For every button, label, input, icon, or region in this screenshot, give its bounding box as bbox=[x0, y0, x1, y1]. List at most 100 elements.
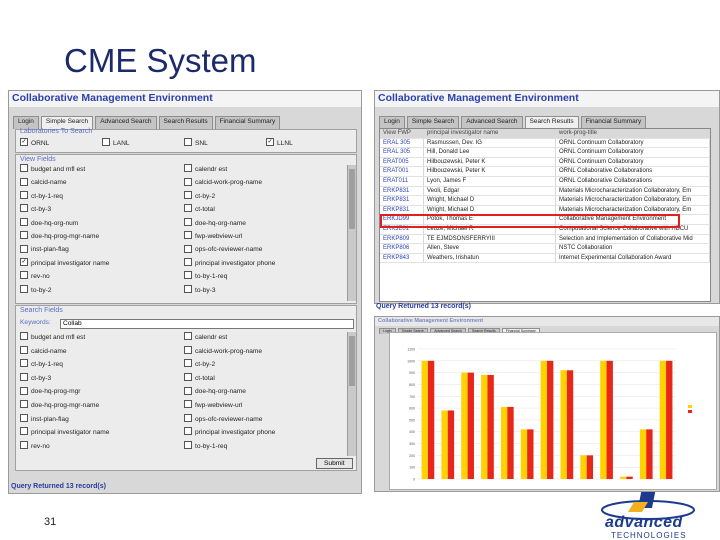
search-field-checkbox[interactable]: calcid-work-prog-name bbox=[184, 345, 262, 357]
search-field-checkbox[interactable]: calcid-name bbox=[20, 345, 67, 357]
search-field-checkbox[interactable]: budget and mfl est bbox=[20, 332, 85, 343]
view-field-checkbox[interactable]: to-by-3 bbox=[184, 284, 216, 296]
view-field-checkbox[interactable]: ops-ofc-reviewer-name bbox=[184, 244, 262, 255]
checkbox[interactable] bbox=[184, 284, 192, 293]
fwp-link[interactable]: ERKP806 bbox=[380, 244, 424, 253]
checkbox[interactable] bbox=[20, 231, 28, 240]
checkbox[interactable] bbox=[20, 373, 28, 382]
fwp-link[interactable]: ERAT011 bbox=[380, 176, 424, 186]
checkbox[interactable] bbox=[20, 244, 28, 253]
checkbox[interactable] bbox=[184, 359, 192, 368]
search-field-checkbox[interactable]: fwp-webview-url bbox=[184, 400, 242, 411]
checkbox[interactable] bbox=[184, 386, 192, 395]
view-field-checkbox[interactable]: ct-by-3 bbox=[20, 204, 51, 215]
checkbox[interactable] bbox=[184, 373, 192, 382]
checkbox[interactable] bbox=[184, 441, 192, 450]
view-field-checkbox[interactable]: budget and mfl est bbox=[20, 164, 85, 175]
tab-search-results[interactable]: Search Results bbox=[158, 116, 213, 129]
checkbox[interactable] bbox=[20, 386, 28, 395]
table-row[interactable]: ERAT011 Lyon, James F ORNL Collaborative C… bbox=[380, 176, 710, 187]
checkbox[interactable]: ✓ bbox=[20, 138, 28, 147]
checkbox[interactable] bbox=[102, 138, 110, 147]
table-row[interactable]: ERKP843 Weathers, Irishatun Internet Exper… bbox=[380, 253, 710, 264]
checkbox[interactable] bbox=[20, 164, 28, 173]
view-field-checkbox[interactable]: ct-by-1-req bbox=[20, 191, 63, 202]
view-field-checkbox[interactable]: calendr est bbox=[184, 164, 227, 175]
search-field-checkbox[interactable]: calendr est bbox=[184, 332, 227, 343]
lab-checkbox[interactable]: LANL bbox=[102, 138, 130, 149]
checkbox[interactable] bbox=[20, 204, 28, 213]
fwp-link[interactable]: ERKP831 bbox=[380, 186, 424, 196]
view-field-checkbox[interactable]: rev-no bbox=[20, 271, 50, 282]
view-field-checkbox[interactable]: fwp-webview-url bbox=[184, 231, 242, 242]
checkbox[interactable] bbox=[20, 427, 28, 436]
checkbox[interactable] bbox=[20, 359, 28, 368]
fwp-link[interactable]: ERKP809 bbox=[380, 234, 424, 244]
search-field-checkbox[interactable]: ct-by-3 bbox=[20, 373, 51, 384]
lab-checkbox[interactable]: ✓ LLNL bbox=[266, 138, 293, 149]
table-row[interactable]: ERKP831 Wright, Michael D Materials Microc… bbox=[380, 196, 710, 206]
checkbox[interactable] bbox=[184, 332, 192, 341]
table-row[interactable]: ERAL 305 Rasmussen, Dev. IG ORNL Continuum… bbox=[380, 138, 710, 149]
search-field-checkbox[interactable]: ct-total bbox=[184, 373, 215, 384]
search-field-checkbox[interactable]: to-by-1-req bbox=[184, 441, 227, 452]
search-field-checkbox[interactable]: inst-plan-flag bbox=[20, 413, 69, 425]
lab-checkbox[interactable]: SNL bbox=[184, 138, 208, 149]
submit-button[interactable]: Submit bbox=[316, 458, 353, 469]
lab-checkbox[interactable]: ✓ ORNL bbox=[20, 138, 49, 149]
search-field-checkbox[interactable]: ct-by-2 bbox=[184, 359, 215, 370]
checkbox[interactable] bbox=[20, 271, 28, 280]
view-field-checkbox[interactable]: calcid-name bbox=[20, 177, 67, 188]
checkbox[interactable] bbox=[184, 177, 192, 186]
search-fields-scrollbar[interactable] bbox=[347, 332, 356, 456]
checkbox[interactable] bbox=[184, 164, 192, 173]
checkbox[interactable] bbox=[184, 138, 192, 147]
fwp-link[interactable]: ERKP843 bbox=[380, 253, 424, 263]
table-row[interactable]: ERAT001 Hilbouzewski, Peter K ORNL Collabo… bbox=[380, 167, 710, 177]
fwp-link[interactable]: ERAL 305 bbox=[380, 148, 424, 157]
checkbox[interactable] bbox=[184, 271, 192, 280]
table-row[interactable]: ERAL 305 Hill, Donald Lee ORNL Continuum C… bbox=[380, 148, 710, 158]
view-field-checkbox[interactable]: doe-hq-prog-mgr-name bbox=[20, 231, 99, 242]
column-header[interactable]: work-prog-title bbox=[556, 129, 710, 138]
view-field-checkbox[interactable]: doe-hq-org-name bbox=[184, 217, 246, 229]
checkbox[interactable] bbox=[184, 217, 192, 226]
search-field-checkbox[interactable]: ct-by-1-req bbox=[20, 359, 63, 370]
view-field-checkbox[interactable]: to-by-2 bbox=[20, 284, 52, 296]
table-row[interactable]: ERAT005 Hilbouzewski, Peter K ORNL Continu… bbox=[380, 157, 710, 168]
tab-financial-summary[interactable]: Financial Summary bbox=[214, 116, 281, 129]
view-field-checkbox[interactable]: principal investigator phone bbox=[184, 258, 275, 269]
checkbox[interactable] bbox=[184, 413, 192, 422]
keywords-input[interactable]: Collab bbox=[60, 319, 354, 329]
search-field-checkbox[interactable]: principal investigator phone bbox=[184, 427, 275, 438]
column-header[interactable]: View FWP bbox=[380, 129, 424, 138]
fwp-link[interactable]: ERKP831 bbox=[380, 205, 424, 215]
checkbox[interactable] bbox=[20, 177, 28, 186]
checkbox[interactable] bbox=[20, 441, 28, 450]
checkbox[interactable] bbox=[184, 191, 192, 200]
search-field-checkbox[interactable]: doe-hq-org-name bbox=[184, 386, 246, 397]
table-row[interactable]: ERKP809 TE EJMDSONSFERRYIII Selection and … bbox=[380, 234, 710, 245]
checkbox[interactable]: ✓ bbox=[20, 258, 28, 267]
view-field-checkbox[interactable]: ct-by-2 bbox=[184, 191, 215, 202]
checkbox[interactable] bbox=[184, 231, 192, 240]
checkbox[interactable] bbox=[20, 191, 28, 200]
fwp-link[interactable]: ERKP831 bbox=[380, 196, 424, 205]
search-field-checkbox[interactable]: rev-no bbox=[20, 441, 50, 452]
checkbox[interactable] bbox=[184, 258, 192, 267]
view-fields-scrollbar[interactable] bbox=[347, 165, 356, 301]
checkbox[interactable] bbox=[20, 332, 28, 341]
checkbox[interactable] bbox=[184, 244, 192, 253]
checkbox[interactable] bbox=[20, 217, 28, 226]
checkbox[interactable] bbox=[184, 400, 192, 409]
table-row[interactable]: ERKP831 Veoli, Edgar Materials Microcharac… bbox=[380, 186, 710, 197]
checkbox[interactable] bbox=[184, 204, 192, 213]
search-field-checkbox[interactable]: doe-hq-prog-mgr-name bbox=[20, 400, 99, 411]
fwp-link[interactable]: ERAL 305 bbox=[380, 138, 424, 148]
fwp-link[interactable]: ERAT001 bbox=[380, 167, 424, 176]
view-field-checkbox[interactable]: doe-hq-org-num bbox=[20, 217, 78, 229]
column-header[interactable]: principal investigator name bbox=[424, 129, 556, 138]
view-field-checkbox[interactable]: ✓ principal investigator name bbox=[20, 258, 109, 269]
checkbox[interactable] bbox=[20, 284, 28, 293]
checkbox[interactable] bbox=[20, 400, 28, 409]
